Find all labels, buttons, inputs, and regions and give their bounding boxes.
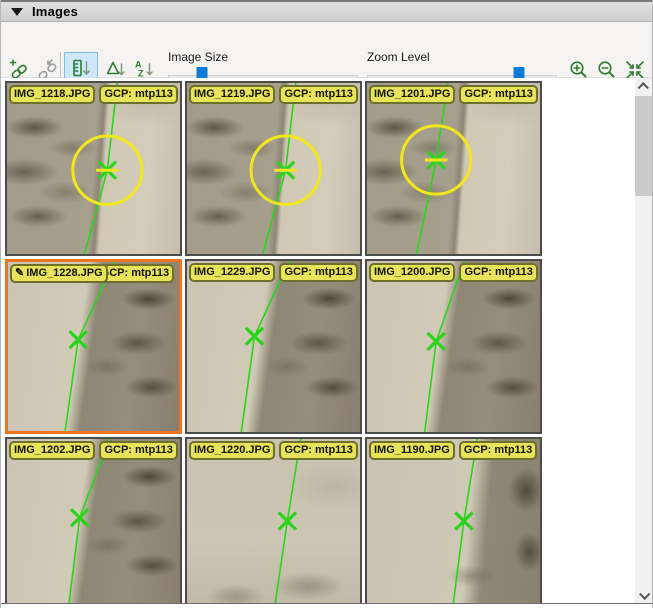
vertical-scrollbar[interactable]: [635, 78, 652, 603]
image-tile[interactable]: ✎IMG_1202.JPG GCP: mtp113: [5, 437, 182, 603]
chevron-down-icon: [639, 588, 650, 599]
sort-by-error-icon: [105, 58, 127, 80]
marker-overlay: [367, 261, 540, 432]
image-name-badge: ✎IMG_1228.JPG: [10, 264, 108, 283]
image-name-badge: ✎IMG_1200.JPG: [369, 263, 455, 282]
sort-by-name-icon: A Z: [133, 58, 155, 80]
gcp-badge: GCP: mtp113: [279, 85, 357, 104]
image-tile[interactable]: ✎IMG_1229.JPG GCP: mtp113: [185, 259, 362, 434]
marker-overlay: [367, 439, 540, 603]
image-name-badge: ✎IMG_1218.JPG: [9, 85, 95, 104]
marker-overlay: [8, 262, 179, 431]
scroll-up-button[interactable]: [635, 78, 652, 95]
thumbnail-grid: ✎IMG_1218.JPG GCP: mtp113 ✎IMG_1219.JPG …: [5, 81, 542, 603]
collapse-triangle-icon[interactable]: [11, 8, 23, 16]
image-tile[interactable]: ✎IMG_1220.JPG GCP: mtp113: [185, 437, 362, 603]
unlink-markers-icon: [37, 58, 59, 80]
scrollbar-thumb[interactable]: [635, 96, 652, 196]
image-tile[interactable]: ✎IMG_1218.JPG GCP: mtp113: [5, 81, 182, 256]
marker-overlay: [187, 83, 360, 254]
gcp-badge: GCP: mtp113: [279, 263, 357, 282]
image-tile-selected[interactable]: ✎IMG_1228.JPG GCP: mtp113: [5, 259, 182, 434]
toolbar: A Z Image Size Zoom Level: [1, 22, 652, 78]
image-tile[interactable]: ✎IMG_1200.JPG GCP: mtp113: [365, 259, 542, 434]
scroll-down-button[interactable]: [635, 586, 652, 603]
gcp-projection-line: [83, 83, 118, 254]
image-name-badge: ✎IMG_1229.JPG: [189, 263, 275, 282]
marker-overlay: [187, 439, 360, 603]
image-name-badge: ✎IMG_1219.JPG: [189, 85, 275, 104]
image-name-badge: ✎IMG_1190.JPG: [369, 441, 455, 460]
edit-pencil-icon: ✎: [15, 267, 24, 279]
image-name-badge: ✎IMG_1201.JPG: [369, 85, 455, 104]
sort-by-size-icon: [70, 58, 92, 80]
image-tile[interactable]: ✎IMG_1219.JPG GCP: mtp113: [185, 81, 362, 256]
image-tile[interactable]: ✎IMG_1201.JPG GCP: mtp113: [365, 81, 542, 256]
gcp-badge: GCP: mtp113: [459, 263, 537, 282]
gcp-badge: GCP: mtp113: [99, 441, 177, 460]
marker-overlay: [7, 439, 180, 603]
panel-bottom-border: [1, 603, 652, 604]
image-name-badge: ✎IMG_1220.JPG: [189, 441, 275, 460]
zoom-level-label: Zoom Level: [367, 50, 430, 64]
panel-header[interactable]: Images: [1, 0, 652, 22]
image-tile[interactable]: ✎IMG_1190.JPG GCP: mtp113: [365, 437, 542, 603]
images-panel: Images: [0, 0, 653, 608]
image-name-badge: ✎IMG_1202.JPG: [9, 441, 95, 460]
link-markers-icon: [9, 58, 31, 80]
chevron-up-icon: [637, 82, 648, 93]
gcp-badge: GCP: mtp113: [99, 85, 177, 104]
thumbnail-area: ✎IMG_1218.JPG GCP: mtp113 ✎IMG_1219.JPG …: [1, 78, 637, 603]
gcp-badge: GCP: mtp113: [459, 441, 537, 460]
gcp-badge: GCP: mtp113: [459, 85, 537, 104]
gcp-projection-line: [241, 261, 291, 432]
marker-overlay: [7, 83, 180, 254]
panel-title: Images: [32, 4, 78, 19]
marker-overlay: [187, 261, 360, 432]
gcp-badge: GCP: mtp113: [279, 441, 357, 460]
marker-overlay: [367, 83, 540, 254]
gcp-projection-line: [261, 83, 296, 254]
svg-text:Z: Z: [138, 69, 144, 79]
image-size-label: Image Size: [168, 50, 228, 64]
